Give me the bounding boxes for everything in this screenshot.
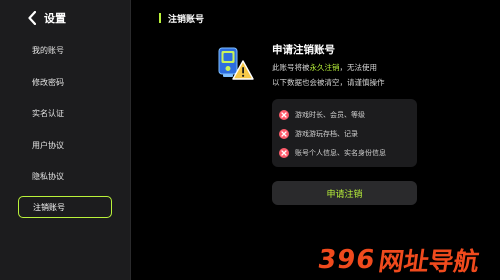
desc-text: 此账号将被 <box>272 63 310 72</box>
close-icon <box>279 147 289 158</box>
chevron-left-icon <box>28 11 36 25</box>
sidebar-item-user-agreement[interactable]: 用户协议 <box>18 134 112 156</box>
list-item: 游戏时长、会员、等级 <box>272 105 417 124</box>
list-item: 账号个人信息、实名身份信息 <box>272 143 417 162</box>
card-description: 此账号将被永久注销，无法使用 以下数据也会被清空，请谨慎操作 <box>272 60 432 90</box>
sidebar-item-label: 用户协议 <box>32 140 64 150</box>
sidebar-item-change-password[interactable]: 修改密码 <box>18 71 112 93</box>
sidebar-item-my-account[interactable]: 我的账号 <box>18 39 112 61</box>
page-title: 注销账号 <box>168 15 205 25</box>
desc-highlight: 永久注销 <box>309 63 340 72</box>
sidebar-item-delete-account[interactable]: 注销账号 <box>18 196 112 218</box>
sidebar-title: 设置 <box>44 12 66 25</box>
list-item-label: 游戏游玩存档、记录 <box>295 129 358 138</box>
sidebar-divider <box>130 0 131 280</box>
sidebar-item-label: 实名认证 <box>32 108 64 118</box>
apply-delete-button[interactable]: 申请注销 <box>272 181 417 205</box>
list-item-label: 账号个人信息、实名身份信息 <box>295 148 386 157</box>
close-icon <box>279 128 289 139</box>
warning-list: 游戏时长、会员、等级 游戏游玩存档、记录 账号个人信息、实名身份信息 <box>272 99 417 167</box>
watermark-logo: 396 网址导航 <box>315 242 482 278</box>
description-line-2: 以下数据也会被清空，请谨慎操作 <box>272 78 385 87</box>
desc-text: ，无法使用 <box>339 63 378 72</box>
device-warning-icon <box>218 47 254 80</box>
list-item-label: 游戏时长、会员、等级 <box>295 110 365 119</box>
sidebar-item-label: 我的账号 <box>32 45 64 55</box>
header-accent-bar <box>159 13 161 23</box>
sidebar-item-real-name[interactable]: 实名认证 <box>18 102 112 124</box>
sidebar-item-privacy[interactable]: 隐私协议 <box>18 165 112 187</box>
list-item: 游戏游玩存档、记录 <box>272 124 417 143</box>
sidebar-item-label: 隐私协议 <box>32 171 64 181</box>
back-button[interactable]: 设置 <box>28 9 66 27</box>
description-line-1: 此账号将被永久注销，无法使用 <box>272 60 432 75</box>
sidebar-item-label: 修改密码 <box>32 77 64 87</box>
sidebar-item-label: 注销账号 <box>33 202 65 212</box>
close-icon <box>279 109 289 120</box>
sidebar: 设置 我的账号 修改密码 实名认证 用户协议 隐私协议 注销账号 <box>0 0 130 280</box>
button-label: 申请注销 <box>326 189 363 200</box>
watermark-text: 网址导航 <box>377 247 482 276</box>
watermark-number: 396 <box>315 245 378 275</box>
card-title: 申请注销账号 <box>272 44 335 56</box>
